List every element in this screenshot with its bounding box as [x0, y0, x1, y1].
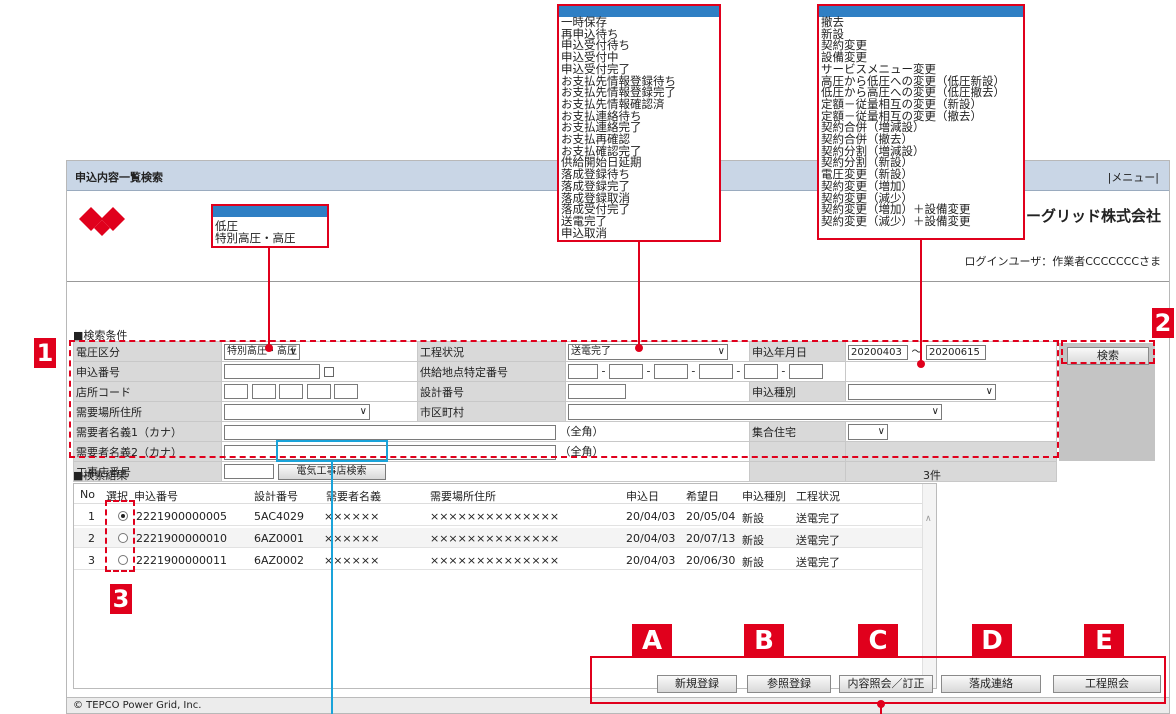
callout-3: 3 — [110, 584, 132, 614]
row-status: 送電完了 — [796, 512, 840, 525]
popup-header — [819, 6, 1023, 17]
row-hope-date: 20/06/30 — [686, 554, 736, 567]
company-name: ワーグリッド株式会社 — [1010, 207, 1161, 225]
letters-baseline — [660, 656, 1142, 658]
table-row[interactable]: 1 2221900000005 5AC4029 ×××××× ×××××××××… — [74, 506, 922, 526]
row-type: 新設 — [742, 556, 764, 569]
row-app-date: 20/04/03 — [626, 510, 676, 523]
process-option[interactable]: 申込取消 — [559, 227, 719, 240]
row-no: 3 — [88, 554, 95, 567]
contractor-input[interactable] — [224, 464, 274, 479]
company-logo-icon — [79, 207, 125, 236]
row-addr: ×××××××××××××× — [430, 554, 560, 567]
col-type: 申込種別 — [742, 490, 786, 503]
row-type: 新設 — [742, 534, 764, 547]
app-type-callout-line — [920, 240, 922, 364]
process-callout-dot — [635, 344, 643, 352]
row-app-date: 20/04/03 — [626, 532, 676, 545]
search-button-highlight — [1061, 340, 1155, 364]
results-header: No 選択 申込番号 設計番号 需要者名義 需要場所住所 申込日 希望日 申込種… — [74, 484, 936, 504]
col-app-date: 申込日 — [626, 490, 659, 503]
callout-e: E — [1084, 624, 1124, 658]
callout-d: D — [972, 624, 1012, 658]
col-addr: 需要場所住所 — [430, 490, 496, 503]
app-type-options-popup: 撤去 新設 契約変更 設備変更 サービスメニュー変更 高圧から低圧への変更（低圧新設） 低圧… — [817, 4, 1025, 240]
callout-b: B — [744, 624, 784, 658]
app-type-option[interactable]: 契約変更（減少）＋設備変更 — [819, 215, 1023, 228]
row-addr: ×××××××××××××× — [430, 510, 560, 523]
login-user: ログインユーザ：作業者CCCCCCCさま — [964, 255, 1161, 268]
contractor-callout-line — [331, 462, 333, 714]
row-no: 1 — [88, 510, 95, 523]
table-row[interactable]: 3 2221900000011 6AZ0002 ×××××× ×××××××××… — [74, 550, 922, 570]
process-callout-line — [638, 242, 640, 348]
callout-c: C — [858, 624, 898, 658]
row-app-no: 2221900000011 — [136, 554, 227, 567]
header-divider — [67, 281, 1169, 282]
voltage-callout-dot — [265, 344, 273, 352]
col-no: No — [80, 488, 95, 501]
row-design-no: 6AZ0001 — [254, 532, 305, 545]
col-hope-date: 希望日 — [686, 490, 719, 503]
table-row[interactable]: 2 2221900000010 6AZ0001 ×××××× ×××××××××… — [74, 528, 922, 548]
row-addr: ×××××××××××××× — [430, 532, 560, 545]
row-type: 新設 — [742, 512, 764, 525]
app-type-option[interactable]: 撤去 — [819, 16, 1023, 29]
col-status: 工程状況 — [796, 490, 840, 503]
callout-a: A — [632, 624, 672, 658]
row-app-no: 2221900000005 — [136, 510, 227, 523]
results-count: 3件 — [923, 469, 941, 482]
row-status: 送電完了 — [796, 534, 840, 547]
voltage-option[interactable]: 特別高圧・高圧 — [213, 232, 327, 245]
callout-2: 2 — [1152, 308, 1174, 338]
voltage-callout-line — [268, 248, 270, 348]
row-status: 送電完了 — [796, 556, 840, 569]
window-title: 申込内容一覧検索 — [75, 171, 163, 184]
voltage-options-popup: 低圧 特別高圧・高圧 — [211, 204, 329, 248]
selection-highlight — [105, 500, 135, 572]
menu-link[interactable]: |メニュー| — [1108, 169, 1159, 185]
scroll-up-icon[interactable]: ∧ — [925, 514, 932, 524]
col-design-no: 設計番号 — [254, 490, 298, 503]
actions-callout-dot — [877, 700, 885, 708]
col-name: 需要者名義 — [326, 490, 381, 503]
row-hope-date: 20/05/04 — [686, 510, 736, 523]
callout-1: 1 — [34, 338, 56, 368]
popup-header — [213, 206, 327, 217]
row-design-no: 5AC4029 — [254, 510, 305, 523]
row-hope-date: 20/07/13 — [686, 532, 736, 545]
app-type-callout-dot — [917, 360, 925, 368]
contractor-button-highlight — [276, 440, 388, 462]
process-options-popup: 一時保存 再申込待ち 申込受付待ち 申込受付中 申込受付完了 お支払先情報登録待ち お支払先… — [557, 4, 721, 242]
actions-highlight — [590, 656, 1166, 704]
search-conditions-highlight — [69, 340, 1059, 458]
row-app-date: 20/04/03 — [626, 554, 676, 567]
row-app-no: 2221900000010 — [136, 532, 227, 545]
col-app-no: 申込番号 — [134, 490, 178, 503]
results-section-label: ■検索結果 — [73, 469, 128, 482]
row-no: 2 — [88, 532, 95, 545]
row-design-no: 6AZ0002 — [254, 554, 305, 567]
